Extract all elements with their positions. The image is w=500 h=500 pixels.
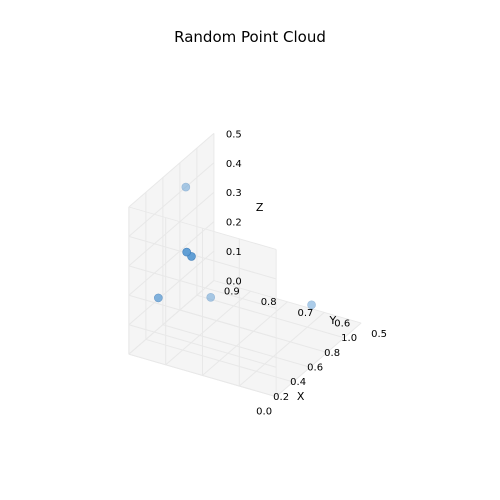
- scatter-point: [154, 294, 162, 302]
- x-tick-label: 0.2: [273, 392, 289, 403]
- y-tick-label: 0.6: [334, 318, 350, 329]
- z-tick-label: 0.3: [226, 188, 242, 199]
- x-tick-label: 1.0: [341, 333, 357, 344]
- y-tick-label: 0.5: [371, 329, 387, 340]
- y-tick-label: 0.7: [298, 308, 314, 319]
- scatter-point: [183, 248, 191, 256]
- y-tick-label: 0.9: [224, 287, 240, 298]
- z-tick-label: 0.4: [226, 159, 242, 170]
- z-tick-label: 0.1: [226, 247, 242, 258]
- z-tick-label: 0.2: [226, 218, 242, 229]
- x-tick-label: 0.8: [324, 348, 340, 359]
- scatter-point: [308, 301, 316, 309]
- scatter-point: [182, 183, 190, 191]
- chart-3d-scene: 0.00.20.40.60.81.00.50.60.70.80.90.00.10…: [0, 0, 500, 500]
- z-tick-label: 0.0: [226, 277, 242, 288]
- z-axis-label: Z: [256, 201, 264, 214]
- y-axis-label: Y: [329, 314, 337, 327]
- z-tick-label: 0.5: [226, 129, 242, 140]
- x-axis-label: X: [297, 390, 305, 403]
- x-tick-label: 0.6: [307, 363, 323, 374]
- scatter-point: [207, 293, 215, 301]
- y-tick-label: 0.8: [261, 297, 277, 308]
- x-tick-label: 0.0: [256, 407, 272, 418]
- x-tick-label: 0.4: [290, 377, 306, 388]
